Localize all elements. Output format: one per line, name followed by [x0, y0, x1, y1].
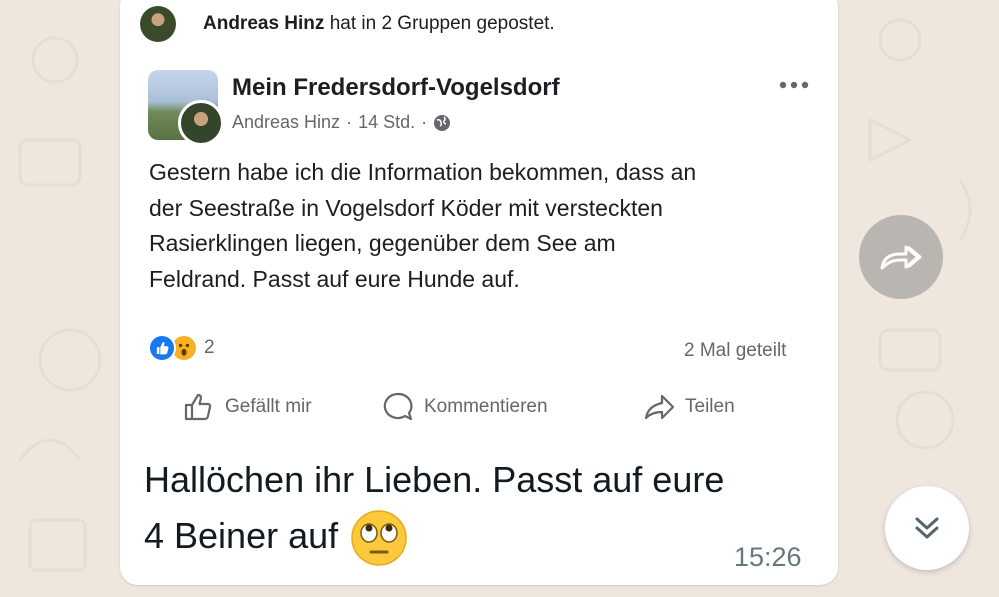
- comment-button[interactable]: Kommentieren: [381, 390, 548, 424]
- message-line: 4 Beiner auf: [144, 515, 339, 556]
- double-chevron-down-icon: [915, 517, 939, 539]
- meta-separator: ·: [346, 112, 353, 132]
- message-line-2: 4 Beiner auf: [144, 508, 824, 567]
- reaction-count: 2: [204, 337, 215, 358]
- comment-icon: [383, 392, 413, 421]
- share-arrow-icon: [644, 394, 675, 420]
- rolling-eyes-emoji-icon: [351, 510, 407, 567]
- like-label: Gefällt mir: [225, 396, 312, 417]
- like-button[interactable]: Gefällt mir: [182, 390, 312, 424]
- like-reaction-icon: [148, 334, 176, 362]
- post-author-name[interactable]: Andreas Hinz: [232, 112, 340, 133]
- post-text-line: Gestern habe ich die Information bekomme…: [149, 159, 697, 185]
- post-meta: Andreas Hinz · 14 Std. ·: [232, 112, 451, 133]
- comment-label: Kommentieren: [424, 396, 548, 417]
- share-header: Andreas Hinz hat in 2 Gruppen gepostet.: [140, 4, 555, 44]
- share-button[interactable]: Teilen: [642, 390, 735, 424]
- meta-separator: ·: [421, 112, 428, 132]
- post-text-line: der Seestraße in Vogelsdorf Köder mit ve…: [149, 194, 663, 221]
- post-text-line: Rasierklingen liegen, gegenüber dem See …: [149, 230, 616, 256]
- globe-icon: [434, 114, 451, 131]
- shares-count[interactable]: 2 Mal geteilt: [684, 340, 786, 362]
- forward-icon: [880, 245, 922, 270]
- share-action-text: hat in 2 Gruppen gepostet.: [329, 13, 555, 34]
- post-author-avatar: [178, 100, 224, 146]
- author-avatar: [140, 6, 176, 42]
- scroll-to-bottom-button[interactable]: [885, 486, 969, 570]
- post-text: Gestern habe ich die Information bekomme…: [149, 155, 809, 297]
- more-options-icon[interactable]: [776, 70, 812, 100]
- group-name[interactable]: Mein Fredersdorf-Vogelsdorf: [232, 74, 560, 102]
- message-line: Hallöchen ihr Lieben. Passt auf eure: [144, 459, 725, 500]
- post-time: 14 Std.: [358, 112, 416, 132]
- message-time: 15:26: [734, 542, 802, 572]
- post-text-line: Feldrand. Passt auf eure Hunde auf.: [149, 265, 520, 292]
- reaction-summary[interactable]: 2: [148, 334, 215, 362]
- message-text: Hallöchen ihr Lieben. Passt auf eure 4 B…: [144, 452, 824, 567]
- forward-button[interactable]: [859, 215, 943, 299]
- share-label: Teilen: [685, 396, 735, 417]
- thumbs-up-icon: [184, 393, 212, 421]
- share-author-name: Andreas Hinz: [203, 13, 325, 34]
- share-text: Andreas Hinz hat in 2 Gruppen gepostet.: [203, 13, 555, 35]
